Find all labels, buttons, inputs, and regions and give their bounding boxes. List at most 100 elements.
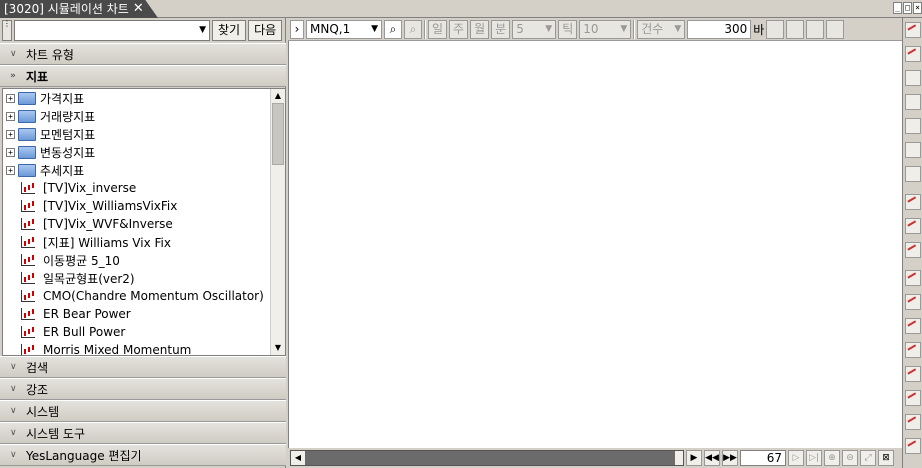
chart-toolbar: › MNQ,1 ▼ ⌕ ⌕ 일 주 월 분 5 ▼ 틱 10 ▼ 건수 ▼ 30… [288,18,902,41]
tree-scrollbar[interactable]: ▲ ▼ [270,89,285,355]
period-week-button[interactable]: 주 [449,19,469,39]
zoom-in-icon[interactable]: ⊕ [824,450,840,466]
close-window-button[interactable]: × [913,2,922,14]
section-label: 지표 [26,69,49,84]
tree-item-label: ER Bear Power [43,307,131,321]
tool-icon[interactable] [905,142,921,158]
count-input[interactable]: 300 [687,19,752,39]
tool-icon[interactable] [905,318,921,334]
scroll-left-icon[interactable]: ◀ [291,451,305,465]
period-minute-button[interactable]: 분 [491,19,511,39]
panel-grip-handle[interactable]: ⋮ [2,20,12,41]
count-select[interactable]: 건수 ▼ [637,19,686,39]
tree-item[interactable]: ER Bear Power [3,305,131,323]
section-highlight[interactable]: ∨ 강조 [0,378,286,400]
tree-item[interactable]: [TV]Vix_WilliamsVixFix [3,197,177,215]
bar-chart-icon[interactable] [786,19,805,39]
step-forward-icon[interactable]: ▷ [788,450,804,466]
chart-canvas[interactable] [288,41,902,448]
section-yeslanguage-editor[interactable]: ∨ YesLanguage 편집기 [0,444,286,466]
dropdown-arrow-icon[interactable]: ▼ [199,25,206,35]
chevron-down-icon: ∨ [10,406,17,416]
collapse-panel-icon[interactable]: › [290,19,304,39]
tree-folder-momentum[interactable]: + 모멘텀지표 [3,125,95,143]
count-select-label: 건수 [641,21,664,36]
minimize-button[interactable]: _ [893,2,902,14]
close-tab-icon[interactable]: ✕ [133,0,144,18]
tree-item[interactable]: ER Bull Power [3,323,125,341]
tool-icon[interactable] [905,366,921,382]
trend-line-icon[interactable] [905,270,921,286]
tree-folder-price[interactable]: + 가격지표 [3,89,84,107]
tree-item-label: [TV]Vix_inverse [43,181,137,195]
scroll-thumb[interactable] [675,451,683,465]
tree-folder-label: 모멘텀지표 [40,127,96,142]
tool-icon[interactable] [905,94,921,110]
tick-select[interactable]: 10 ▼ [579,19,632,39]
fullscreen-icon[interactable]: ⊠ [878,450,894,466]
chart-tab[interactable]: [3020] 시뮬레이션 차트 ✕ [0,0,158,18]
scroll-down-icon[interactable]: ▼ [271,341,285,355]
scroll-thumb[interactable] [272,103,284,165]
tree-folder-volume[interactable]: + 거래량지표 [3,107,95,125]
section-search[interactable]: ∨ 검색 [0,356,286,378]
period-day-button[interactable]: 일 [428,19,448,39]
tool-icon[interactable] [905,46,921,62]
horizontal-line-icon[interactable] [905,194,921,210]
expand-icon[interactable]: + [6,147,15,157]
tool-icon[interactable] [905,294,921,310]
line-tool-icon[interactable] [766,19,785,39]
step-end-icon[interactable]: ▷| [806,450,822,466]
period-month-button[interactable]: 월 [470,19,490,39]
left-panel: ⋮ ▼ 찾기 다음 ∨ 차트 유형 » 지표 + 가격지표 + 거래량지표 + … [0,18,286,468]
tree-item[interactable]: 일목균형표(ver2) [3,269,135,287]
chart-horizontal-scrollbar[interactable]: ◀ [290,450,684,466]
scroll-up-icon[interactable]: ▲ [271,89,285,103]
play-icon[interactable]: ▶ [686,450,702,466]
tick-value: 10 [583,21,599,36]
expand-icon[interactable]: + [6,111,15,121]
symbol-select[interactable]: MNQ,1 ▼ [306,19,382,39]
fit-icon[interactable]: ⤢ [860,450,876,466]
search-icon[interactable]: ⌕ [384,19,402,39]
tool-icon[interactable] [905,438,921,454]
symbol-search-icon[interactable]: ⌕ [404,19,422,39]
cursor-icon[interactable] [905,70,921,86]
volume-chart-icon[interactable] [806,19,825,39]
tool-icon[interactable] [905,242,921,258]
count-unit-label: 바 [753,22,765,37]
tool-icon[interactable] [905,390,921,406]
tree-item[interactable]: [TV]Vix_WVF&Inverse [3,215,173,233]
tick-button[interactable]: 틱 [558,19,578,39]
tool-icon[interactable] [905,342,921,358]
zoom-value-input[interactable]: 67 [740,450,786,466]
rewind-icon[interactable]: ◀◀ [704,450,720,466]
next-button[interactable]: 다음 [248,20,283,41]
vertical-line-icon[interactable] [905,218,921,234]
section-system-tools[interactable]: ∨ 시스템 도구 [0,422,286,444]
swap-icon[interactable] [826,19,845,39]
tool-icon[interactable] [905,414,921,430]
tree-item[interactable]: [TV]Vix_inverse [3,179,136,197]
maximize-button[interactable]: □ [903,2,912,14]
search-combo[interactable]: ▼ [14,20,210,41]
section-chart-type[interactable]: ∨ 차트 유형 [0,43,286,65]
section-indicator[interactable]: » 지표 [0,65,286,87]
tool-icon[interactable] [905,166,921,182]
tool-icon[interactable] [905,118,921,134]
section-system[interactable]: ∨ 시스템 [0,400,286,422]
expand-icon[interactable]: + [6,93,15,103]
tree-item[interactable]: CMO(Chandre Momentum Oscillator) [3,287,264,305]
tree-folder-trend[interactable]: + 추세지표 [3,161,84,179]
tree-item[interactable]: Morris Mixed Momentum [3,341,191,355]
zoom-out-icon[interactable]: ⊖ [842,450,858,466]
find-button[interactable]: 찾기 [212,20,247,41]
tree-item[interactable]: 이동평균 5_10 [3,251,120,269]
tree-item[interactable]: [지표] Williams Vix Fix [3,233,171,251]
expand-icon[interactable]: + [6,129,15,139]
expand-icon[interactable]: + [6,165,15,175]
tool-icon[interactable] [905,22,921,38]
fast-forward-icon[interactable]: ▶▶ [722,450,738,466]
tree-folder-volatility[interactable]: + 변동성지표 [3,143,95,161]
minute-select[interactable]: 5 ▼ [512,19,557,39]
